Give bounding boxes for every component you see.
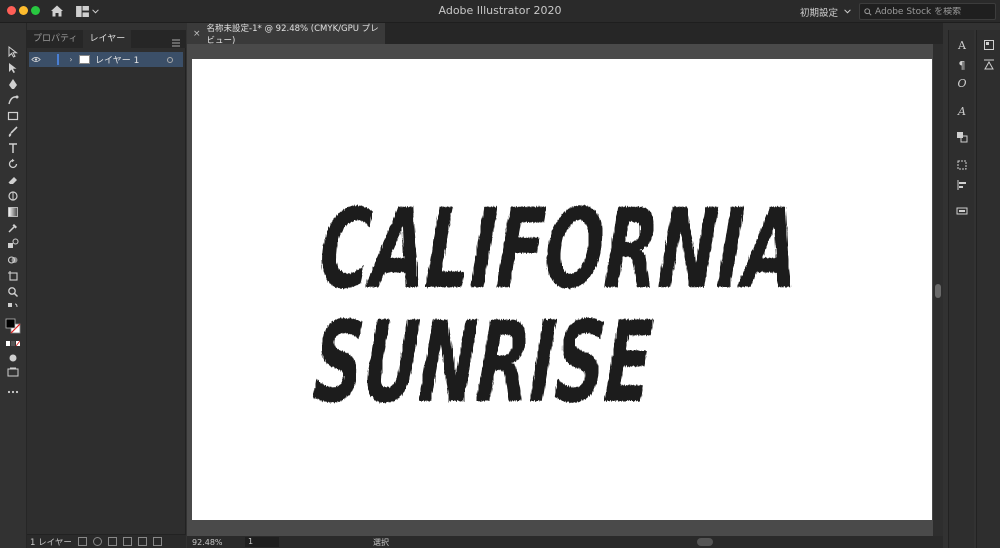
artboard-number-field[interactable]: 1: [245, 537, 279, 547]
rectangle-tool-icon[interactable]: [5, 109, 21, 123]
vertical-scroll-thumb[interactable]: [935, 284, 941, 298]
layer-thumbnail: [79, 55, 90, 64]
search-icon: [864, 7, 872, 16]
curvature-tool-icon[interactable]: [5, 93, 21, 107]
right-panel-dock-2: [976, 30, 1000, 548]
workspace-label: 初期設定: [800, 7, 839, 19]
locate-object-icon[interactable]: [92, 537, 102, 546]
adobe-stock-search[interactable]: [859, 3, 996, 20]
more-tools-icon[interactable]: [5, 385, 21, 399]
home-icon[interactable]: [49, 3, 65, 19]
appearance-panel-icon[interactable]: [954, 204, 970, 218]
color-mode-icons[interactable]: [5, 337, 21, 351]
align-panel-icon[interactable]: [954, 178, 970, 192]
panel-menu-icon[interactable]: [171, 33, 181, 47]
illustrator-window: Adobe Illustrator 2020 初期設定 Adobe Stock …: [0, 0, 1000, 548]
shape-builder-tool-icon[interactable]: [5, 253, 21, 267]
layers-panel-footer: 1 レイヤー: [27, 534, 186, 548]
vertical-scrollbar[interactable]: [933, 44, 943, 536]
layer-target-icon[interactable]: [167, 56, 173, 63]
tab-properties[interactable]: プロパティ: [27, 30, 83, 48]
transform-panel-icon[interactable]: [954, 158, 970, 172]
status-bar: 92.48% 1 選択: [187, 536, 943, 548]
width-tool-icon[interactable]: [5, 189, 21, 203]
close-window-button[interactable]: [7, 6, 16, 15]
artwork[interactable]: CALIFORNIA SUNRISE: [192, 59, 932, 520]
arrange-documents-button[interactable]: [76, 4, 102, 18]
blend-tool-icon[interactable]: [5, 237, 21, 251]
rotate-tool-icon[interactable]: [5, 157, 21, 171]
minimize-window-button[interactable]: [19, 6, 28, 15]
trash-icon[interactable]: [152, 537, 162, 546]
layout-grid-icon: [76, 5, 89, 17]
stock-search-input[interactable]: [875, 6, 995, 17]
new-sublayer-icon[interactable]: [122, 537, 132, 546]
artboard-tool-icon[interactable]: [5, 269, 21, 283]
opentype-panel-icon[interactable]: O: [954, 76, 970, 90]
horizontal-scroll-thumb[interactable]: [697, 538, 713, 546]
eraser-tool-icon[interactable]: [5, 173, 21, 187]
new-layer-icon[interactable]: [137, 537, 147, 546]
title-bar: Adobe Illustrator 2020 初期設定: [0, 0, 1000, 23]
gradient-tool-icon[interactable]: [5, 205, 21, 219]
document-tab[interactable]: × 名称未設定-1* @ 92.48% (CMYK/GPU プレビュー): [187, 23, 385, 46]
artboard[interactable]: CALIFORNIA SUNRISE: [192, 59, 932, 520]
paintbrush-tool-icon[interactable]: [5, 125, 21, 139]
zoom-level-field[interactable]: 92.48%: [187, 538, 235, 547]
tools-panel: [0, 23, 27, 548]
panel-tabs: プロパティ レイヤー: [27, 30, 186, 48]
character-panel-icon[interactable]: A: [954, 38, 970, 52]
layer-name[interactable]: レイヤー 1: [95, 53, 167, 66]
workspace-switcher[interactable]: 初期設定: [800, 3, 851, 20]
asset-export-panel-icon[interactable]: [981, 58, 997, 72]
document-tab-bar: × 名称未設定-1* @ 92.48% (CMYK/GPU プレビュー): [187, 23, 943, 46]
tab-layers[interactable]: レイヤー: [83, 30, 132, 48]
close-icon[interactable]: ×: [193, 29, 201, 39]
chevron-down-icon: [844, 9, 851, 14]
export-icon[interactable]: [77, 537, 87, 546]
zoom-tool-icon[interactable]: [5, 285, 21, 299]
paragraph-panel-icon[interactable]: ¶: [954, 58, 970, 72]
document-tab-title: 名称未設定-1* @ 92.48% (CMYK/GPU プレビュー): [206, 23, 379, 46]
glyphs-panel-icon[interactable]: A: [954, 104, 970, 118]
eyedropper-tool-icon[interactable]: [5, 221, 21, 235]
layer-row[interactable]: › レイヤー 1: [29, 52, 183, 67]
maximize-window-button[interactable]: [31, 6, 40, 15]
direct-selection-tool-icon[interactable]: [5, 61, 21, 75]
artwork-line-1[interactable]: CALIFORNIA: [317, 185, 802, 313]
visibility-eye-icon[interactable]: [29, 52, 43, 67]
artwork-line-2[interactable]: SUNRISE: [311, 298, 656, 428]
canvas-pasteboard[interactable]: CALIFORNIA SUNRISE: [187, 44, 933, 536]
draw-mode-icon[interactable]: [5, 351, 21, 365]
libraries-panel-icon[interactable]: [981, 38, 997, 52]
layer-count: 1 レイヤー: [30, 537, 72, 548]
layers-panel: プロパティ レイヤー › レイヤー 1 1 レイヤー: [27, 30, 186, 548]
selection-tool-icon[interactable]: [5, 45, 21, 59]
clipping-mask-icon[interactable]: [107, 537, 117, 546]
layer-color-indicator: [57, 54, 59, 65]
pen-tool-icon[interactable]: [5, 77, 21, 91]
fill-stroke-swatch[interactable]: [5, 317, 21, 335]
pathfinder-panel-icon[interactable]: [954, 130, 970, 144]
right-panel-dock: A ¶ O A: [948, 30, 974, 548]
type-tool-icon[interactable]: [5, 141, 21, 155]
chevron-down-icon: [92, 8, 99, 13]
swap-fill-stroke-icon[interactable]: [5, 301, 21, 315]
current-tool-status[interactable]: 選択: [373, 537, 389, 548]
chevron-right-icon[interactable]: ›: [65, 55, 77, 64]
screen-mode-icon[interactable]: [5, 365, 21, 379]
